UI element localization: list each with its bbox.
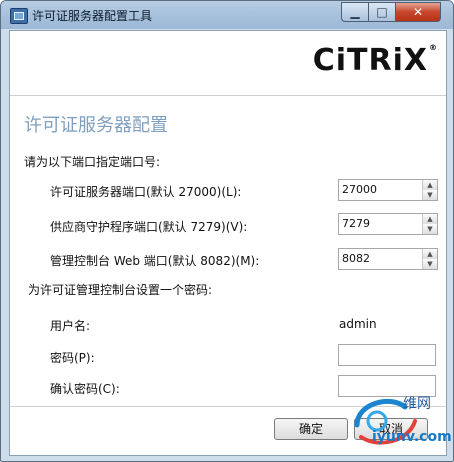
citrix-logo: CiTRiX® — [313, 43, 438, 78]
maximize-button[interactable]: □ — [368, 2, 396, 22]
ports-section-label: 请为以下端口指定端口号: — [24, 155, 161, 169]
password-field[interactable] — [338, 344, 436, 366]
spin-down-icon[interactable]: ▼ — [423, 190, 437, 200]
password-label: 密码(P): — [50, 351, 95, 365]
vendor-daemon-port-spinner[interactable]: 7279 ▲ ▼ — [338, 213, 438, 235]
dialog-window: 许可证服务器配置工具 ▁ □ ✕ CiTRiX® 许可证服务器配置 请为以下端口… — [0, 0, 454, 462]
vendor-daemon-port-value[interactable]: 7279 — [342, 217, 370, 230]
license-server-port-label: 许可证服务器端口(默认 27000)(L): — [50, 185, 242, 199]
watermark-logo: 维网 iyunv.com — [339, 385, 452, 459]
spin-down-icon[interactable]: ▼ — [423, 224, 437, 234]
window-title: 许可证服务器配置工具 — [32, 9, 153, 23]
spinner-arrows: ▲ ▼ — [422, 214, 437, 234]
registered-mark: ® — [429, 43, 438, 52]
minimize-button[interactable]: ▁ — [341, 2, 369, 22]
password-section-label: 为许可证管理控制台设置一个密码: — [28, 283, 213, 297]
citrix-logo-text: CiTRiX — [312, 43, 428, 78]
header-divider — [10, 95, 446, 96]
app-window-icon — [10, 8, 28, 24]
web-console-port-label: 管理控制台 Web 端口(默认 8082)(M): — [50, 254, 260, 268]
ok-button[interactable]: 确定 — [274, 418, 348, 440]
close-button[interactable]: ✕ — [395, 2, 441, 22]
username-label: 用户名: — [50, 319, 91, 333]
license-server-port-spinner[interactable]: 27000 ▲ ▼ — [338, 179, 438, 201]
spin-down-icon[interactable]: ▼ — [423, 259, 437, 269]
vendor-daemon-port-label: 供应商守护程序端口(默认 7279)(V): — [50, 220, 248, 234]
watermark-cn-text: 维网 — [403, 396, 431, 412]
web-console-port-spinner[interactable]: 8082 ▲ ▼ — [338, 248, 438, 270]
title-bar[interactable]: 许可证服务器配置工具 ▁ □ ✕ — [1, 1, 453, 29]
web-console-port-value[interactable]: 8082 — [342, 252, 370, 265]
confirm-password-label: 确认密码(C): — [50, 382, 120, 396]
spinner-arrows: ▲ ▼ — [422, 249, 437, 269]
username-value: admin — [339, 317, 377, 331]
watermark-text: iyunv.com — [372, 429, 452, 445]
license-server-port-value[interactable]: 27000 — [342, 183, 377, 196]
spinner-arrows: ▲ ▼ — [422, 180, 437, 200]
page-title: 许可证服务器配置 — [24, 115, 168, 136]
